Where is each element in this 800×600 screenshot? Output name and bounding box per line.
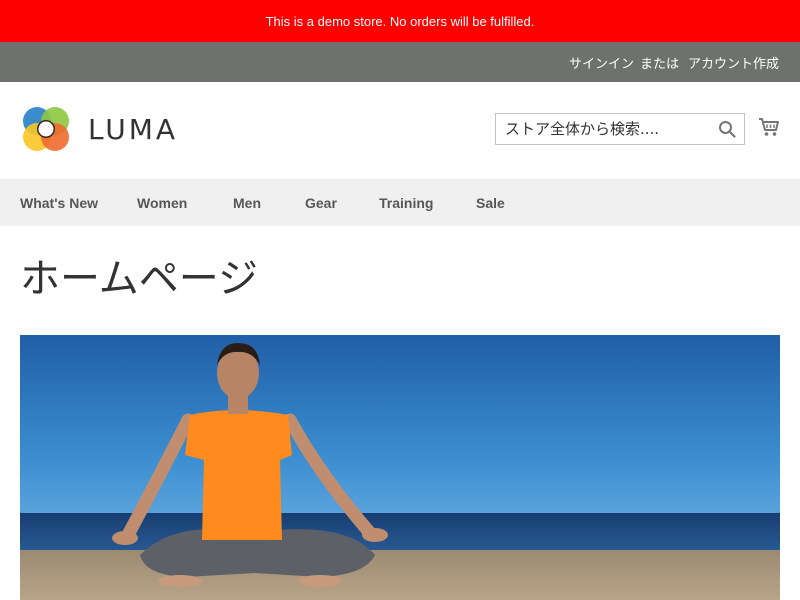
search-icon[interactable] (718, 120, 736, 138)
header-panel: サインイン または アカウント作成 (0, 42, 800, 82)
hero-banner[interactable] (20, 335, 780, 600)
nav-item-men[interactable]: Men (233, 179, 261, 226)
or-separator: または (639, 56, 679, 72)
nav-item-sale[interactable]: Sale (476, 179, 505, 226)
search-input[interactable] (496, 114, 711, 144)
sign-in-link[interactable]: サインイン (569, 53, 634, 72)
nav-item-women[interactable]: Women (137, 179, 187, 226)
search-box (495, 113, 745, 145)
logo[interactable]: LUMA (20, 104, 178, 154)
hero-image (20, 335, 780, 600)
cart-icon[interactable] (758, 116, 780, 138)
luma-logo-icon (23, 107, 69, 151)
nav-item-gear[interactable]: Gear (305, 179, 337, 226)
demo-notice: This is a demo store. No orders will be … (0, 0, 800, 42)
page-title: ホームページ (20, 256, 258, 302)
nav-item-training[interactable]: Training (379, 179, 433, 226)
nav-item-whats-new[interactable]: What's New (20, 179, 98, 226)
main-nav: What's New Women Men Gear Training Sale (0, 179, 800, 226)
logo-text: LUMA (88, 112, 179, 146)
create-account-link[interactable]: アカウント作成 (688, 53, 779, 72)
